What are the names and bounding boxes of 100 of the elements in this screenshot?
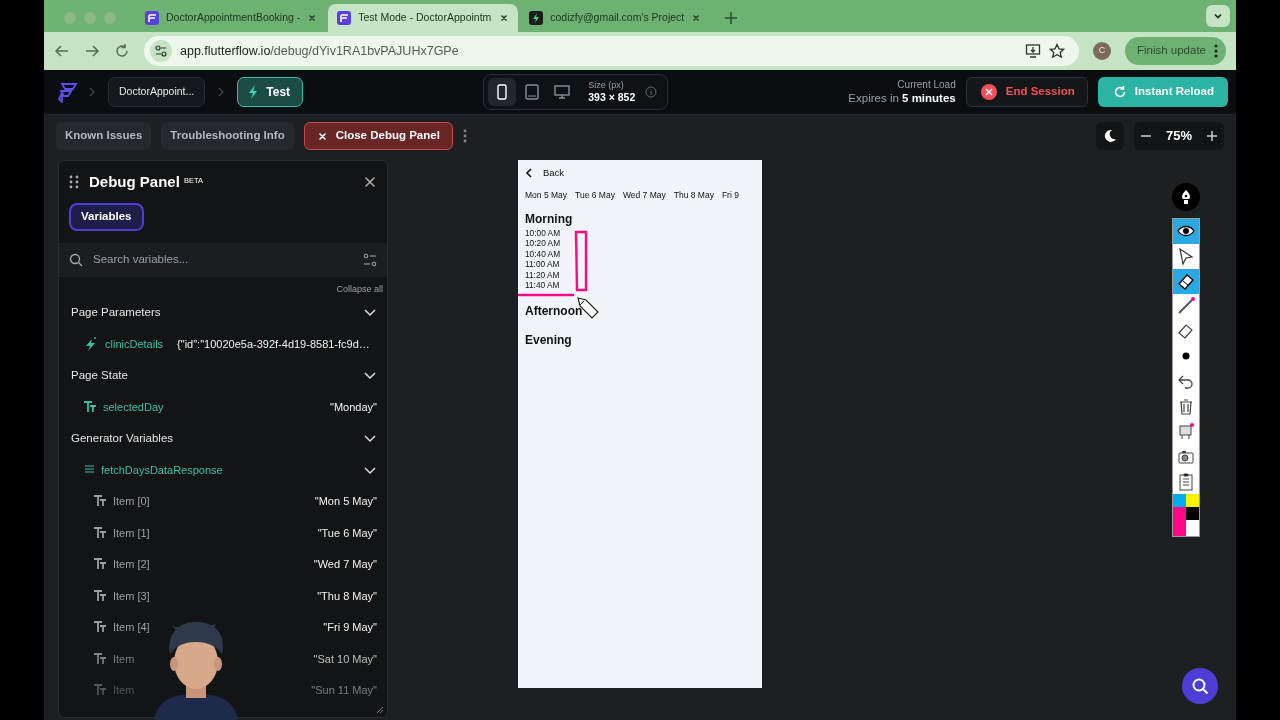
text-type-icon: [93, 587, 107, 604]
day-tab[interactable]: Wed 7 May: [622, 189, 666, 202]
time-slot[interactable]: 11:20 AM: [525, 269, 755, 281]
pointer-icon: [1176, 247, 1196, 266]
tab-list-button[interactable]: [1206, 5, 1230, 27]
flutterflow-logo-icon: [337, 11, 352, 25]
variable-name: Item: [113, 651, 135, 667]
clipboard-icon: [1176, 472, 1196, 491]
period-title: Evening: [525, 331, 572, 349]
drag-handle-icon[interactable]: [69, 175, 79, 189]
text-type-icon: [93, 650, 107, 667]
tablet-icon: [524, 84, 541, 100]
variable-value: "Mon 5 May": [314, 494, 377, 509]
screen-icon: [1176, 422, 1196, 441]
size-label: Size (px): [588, 80, 625, 92]
time-slot[interactable]: 10:20 AM: [525, 238, 755, 249]
install-app-icon[interactable]: [1024, 43, 1041, 59]
search-field[interactable]: Search variables...: [59, 243, 387, 277]
info-icon: [645, 86, 658, 98]
finish-update-button[interactable]: Finish update: [1124, 37, 1226, 65]
resize-handle-icon[interactable]: [376, 706, 384, 714]
color-swatch[interactable]: [1186, 507, 1199, 520]
test-mode-button[interactable]: Test: [237, 77, 304, 107]
time-slot[interactable]: 11:40 AM: [525, 280, 755, 291]
section-title: Page State: [71, 367, 128, 383]
color-swatch[interactable]: [1173, 507, 1186, 536]
color-swatch[interactable]: [1186, 494, 1199, 507]
moon-icon: [1102, 129, 1117, 143]
zoom-level: 75%: [1165, 127, 1192, 146]
flutterflow-logo-icon: [145, 11, 159, 25]
variable-name: Item [0]: [113, 494, 150, 509]
back-icon[interactable]: [525, 168, 533, 178]
variable-value: "Tue 6 May": [317, 525, 377, 541]
close-icon[interactable]: [691, 13, 702, 23]
variable-name[interactable]: fetchDaysDataResponse: [101, 461, 223, 478]
variable-value: "Fri 9 May": [323, 620, 377, 635]
variable-value: "Wed 7 May": [313, 557, 377, 572]
project-selector[interactable]: DoctorAppoint...: [108, 77, 206, 107]
time-slot[interactable]: 11:00 AM: [525, 259, 755, 270]
back-link[interactable]: Back: [543, 165, 565, 181]
variable-name: Item [2]: [113, 557, 150, 572]
panel-title: Debug Panel $^{BETA}$: [89, 171, 204, 192]
close-icon[interactable]: [363, 175, 377, 189]
search-button[interactable]: [1182, 668, 1218, 704]
close-debug-button[interactable]: Close Debug Panel: [303, 122, 453, 150]
browser-tab[interactable]: Test Mode - DoctorAppointm: [328, 4, 519, 32]
variable-value: {"id":"10020e5a-392f-4d19-8581-fc9d…: [177, 336, 370, 352]
day-tab[interactable]: Thu 8 May: [673, 189, 714, 202]
pen-nib-icon: [1180, 189, 1192, 205]
annotation-tool[interactable]: [1173, 269, 1199, 294]
reload-icon: [1113, 86, 1126, 98]
variable-name: selectedDay: [103, 399, 164, 415]
address-bar[interactable]: app.flutterflow.io/debug/dYiv1RA1bvPAJUHx7GPe: [144, 36, 1079, 66]
annotation-tool[interactable]: [1173, 219, 1199, 244]
variable-value: "Sun 11 May": [311, 683, 377, 698]
color-swatch[interactable]: [1173, 494, 1186, 507]
kebab-icon: [1214, 44, 1218, 58]
toolbar-button[interactable]: Known Issues: [56, 122, 152, 150]
flutterflow-logo-icon[interactable]: [56, 81, 78, 103]
browser-tab[interactable]: codizfy@gmail.com's Project: [520, 4, 711, 32]
end-session-button[interactable]: End Session: [965, 77, 1088, 107]
variable-name: clinicDetails: [105, 336, 164, 352]
url-text: app.flutterflow.io/debug/dYiv1RA1bvPAJUHx7GPe: [180, 42, 459, 60]
day-tab[interactable]: Fri 9: [721, 189, 739, 202]
variable-name: Item [1]: [113, 525, 150, 541]
variable-name: Item [4]: [113, 620, 150, 635]
reload-icon[interactable]: [114, 43, 130, 59]
toolbar-button[interactable]: Troubleshooting Info: [161, 122, 294, 150]
variable-value: "Sat 10 May": [313, 651, 377, 667]
day-tab[interactable]: Mon 5 May: [525, 189, 568, 202]
collapse-all-link[interactable]: Collapse all: [336, 283, 383, 297]
site-settings-icon[interactable]: [150, 40, 172, 62]
text-type-icon: [93, 524, 107, 541]
variable-value: "Thu 8 May": [317, 588, 377, 604]
profile-avatar[interactable]: C: [1092, 42, 1111, 60]
search-input[interactable]: Search variables...: [91, 250, 355, 270]
close-icon: [316, 130, 328, 142]
time-slot[interactable]: 10:00 AM: [525, 227, 755, 239]
pen-icon: [1176, 297, 1196, 316]
forward-icon[interactable]: [84, 43, 100, 59]
period-title: Morning: [525, 210, 573, 228]
load-label: Current Load: [897, 78, 956, 92]
section-title: Page Parameters: [71, 304, 161, 320]
close-icon[interactable]: [307, 13, 318, 23]
star-icon[interactable]: [1048, 43, 1065, 59]
day-tab[interactable]: Tue 6 May: [575, 189, 615, 202]
filter-icon[interactable]: [363, 253, 377, 267]
kebab-icon[interactable]: [462, 129, 467, 143]
close-icon[interactable]: [499, 13, 510, 23]
panel-tab[interactable]: Variables: [69, 203, 144, 231]
marker-icon: [1176, 272, 1196, 291]
theme-toggle[interactable]: [1095, 122, 1124, 150]
time-slot[interactable]: 10:40 AM: [525, 248, 755, 260]
bolt-icon: [83, 335, 99, 352]
device-toggle[interactable]: [488, 78, 517, 106]
pen-tool-icon[interactable]: [1172, 183, 1200, 211]
zoom-in-icon[interactable]: [1206, 130, 1218, 142]
browser-tab[interactable]: DoctorAppointmentBooking -: [136, 4, 327, 32]
close-circle-icon: [980, 84, 997, 100]
new-tab-icon[interactable]: [724, 11, 739, 25]
